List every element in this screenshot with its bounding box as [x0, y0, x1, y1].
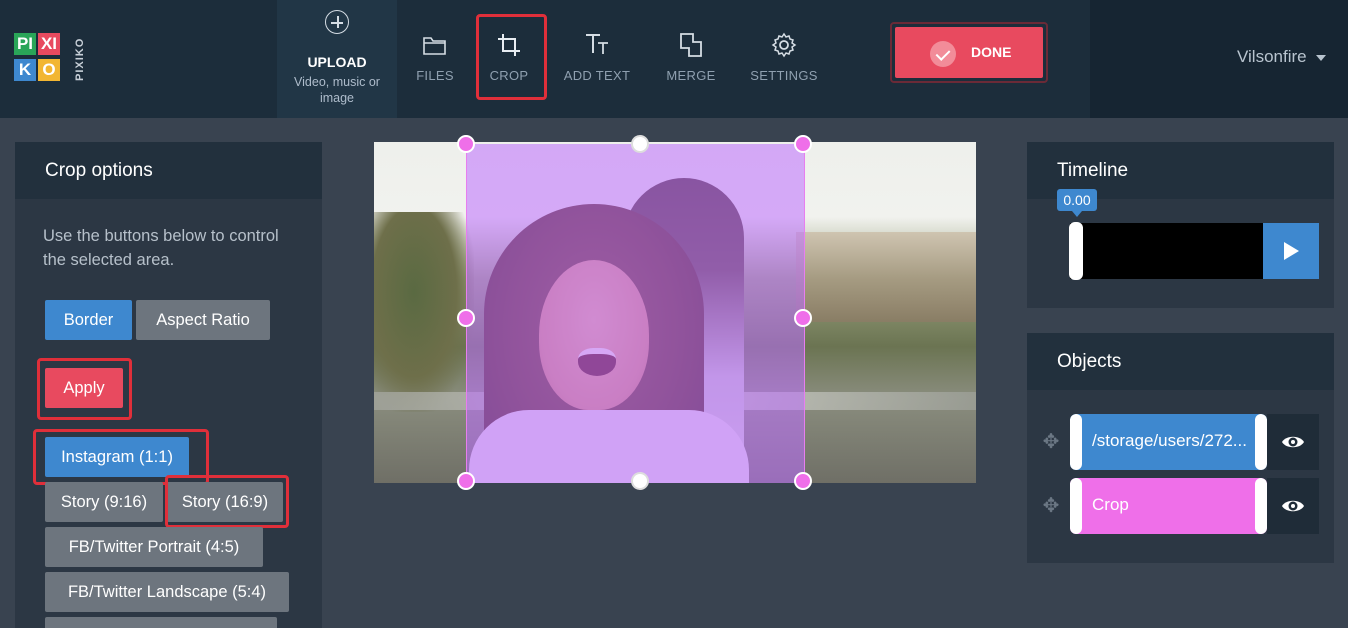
- tool-settings[interactable]: SETTINGS: [748, 0, 820, 118]
- object-bar-crop[interactable]: Crop: [1070, 478, 1267, 534]
- drag-handle-icon[interactable]: ✥: [1041, 432, 1061, 452]
- crop-handle-top-right[interactable]: [794, 135, 812, 153]
- eye-icon: [1282, 500, 1304, 512]
- story-9-16-button[interactable]: Story (9:16): [45, 482, 163, 522]
- top-bar-user-area: [1090, 0, 1348, 118]
- tool-files-label: FILES: [416, 68, 454, 83]
- crop-handle-bottom-left[interactable]: [457, 472, 475, 490]
- crop-options-header: Crop options: [15, 142, 322, 199]
- caret-down-icon[interactable]: [1316, 55, 1326, 61]
- timeline-scrubber[interactable]: [1069, 222, 1083, 280]
- eye-icon: [1282, 436, 1304, 448]
- object-bar-start-handle[interactable]: [1070, 478, 1082, 534]
- crop-options-panel: Crop options Use the buttons below to co…: [15, 142, 322, 628]
- objects-panel: Objects ✥ /storage/users/272... ✥ Crop: [1027, 333, 1334, 563]
- drag-handle-icon[interactable]: ✥: [1041, 496, 1061, 516]
- fb-twitter-landscape-button[interactable]: FB/Twitter Landscape (5:4): [45, 572, 289, 612]
- logo-tile-k: K: [14, 59, 36, 81]
- timeline-track[interactable]: [1070, 223, 1264, 279]
- check-icon: [930, 41, 956, 67]
- gear-icon: [771, 32, 797, 58]
- upload-title: UPLOAD: [307, 54, 367, 70]
- crop-preset-button-partial[interactable]: [45, 617, 277, 628]
- objects-header: Objects: [1027, 333, 1334, 390]
- story-16-9-highlight: [165, 475, 289, 528]
- crop-handle-middle-right[interactable]: [794, 309, 812, 327]
- done-label: DONE: [971, 44, 1012, 60]
- fb-twitter-portrait-button[interactable]: FB/Twitter Portrait (4:5): [45, 527, 263, 567]
- done-button[interactable]: DONE: [895, 27, 1043, 78]
- time-indicator: 0.00: [1057, 189, 1097, 217]
- user-menu[interactable]: Vilsonfire: [1237, 47, 1307, 67]
- apply-highlight: [37, 358, 132, 420]
- tool-add-text[interactable]: ADD TEXT: [560, 0, 634, 118]
- object-label-video: /storage/users/272...: [1092, 431, 1247, 450]
- timeline-panel: Timeline 0.00: [1027, 142, 1334, 308]
- text-icon: [586, 34, 608, 54]
- crop-handle-top-center[interactable]: [631, 135, 649, 153]
- aspect-ratio-button[interactable]: Aspect Ratio: [136, 300, 270, 340]
- logo-side-text: PIXIKO: [74, 37, 86, 81]
- background-building: [796, 232, 976, 322]
- tool-files[interactable]: FILES: [405, 0, 465, 118]
- crop-handle-top-left[interactable]: [457, 135, 475, 153]
- merge-icon: [680, 33, 702, 57]
- visibility-toggle-video[interactable]: [1267, 414, 1319, 470]
- upload-subtitle: Video, music or image: [294, 75, 380, 105]
- border-button[interactable]: Border: [45, 300, 132, 340]
- logo-tile-pi: PI: [14, 33, 36, 55]
- crop-help-text: Use the buttons below to control the sel…: [43, 227, 279, 269]
- object-row-video: ✥ /storage/users/272...: [1027, 414, 1334, 470]
- object-label-crop: Crop: [1092, 495, 1129, 514]
- crop-handle-middle-left[interactable]: [457, 309, 475, 327]
- tool-add-text-label: ADD TEXT: [563, 68, 631, 83]
- play-button[interactable]: [1263, 223, 1319, 279]
- object-bar-video[interactable]: /storage/users/272...: [1070, 414, 1267, 470]
- crop-handle-bottom-center[interactable]: [631, 472, 649, 490]
- pixiko-logo[interactable]: PI XI K O PIXIKO: [14, 33, 88, 85]
- plus-circle-icon: [325, 10, 349, 34]
- object-bar-start-handle[interactable]: [1070, 414, 1082, 470]
- upload-button[interactable]: UPLOAD Video, music or image: [277, 0, 397, 118]
- crop-tool-highlight: [476, 14, 547, 100]
- tool-merge[interactable]: MERGE: [661, 0, 721, 118]
- visibility-toggle-crop[interactable]: [1267, 478, 1319, 534]
- crop-options-title: Crop options: [45, 160, 153, 181]
- crop-selection-area[interactable]: [466, 144, 805, 483]
- objects-title: Objects: [1057, 351, 1122, 372]
- done-button-frame: DONE: [890, 22, 1048, 83]
- timeline-title: Timeline: [1057, 160, 1129, 181]
- object-bar-end-handle[interactable]: [1255, 414, 1267, 470]
- tool-settings-label: SETTINGS: [750, 68, 818, 83]
- logo-tile-xi: XI: [38, 33, 60, 55]
- object-bar-end-handle[interactable]: [1255, 478, 1267, 534]
- folder-icon: [423, 37, 446, 55]
- tool-merge-label: MERGE: [666, 68, 716, 83]
- object-row-crop: ✥ Crop: [1027, 478, 1334, 534]
- logo-tile-o: O: [38, 59, 60, 81]
- crop-handle-bottom-right[interactable]: [794, 472, 812, 490]
